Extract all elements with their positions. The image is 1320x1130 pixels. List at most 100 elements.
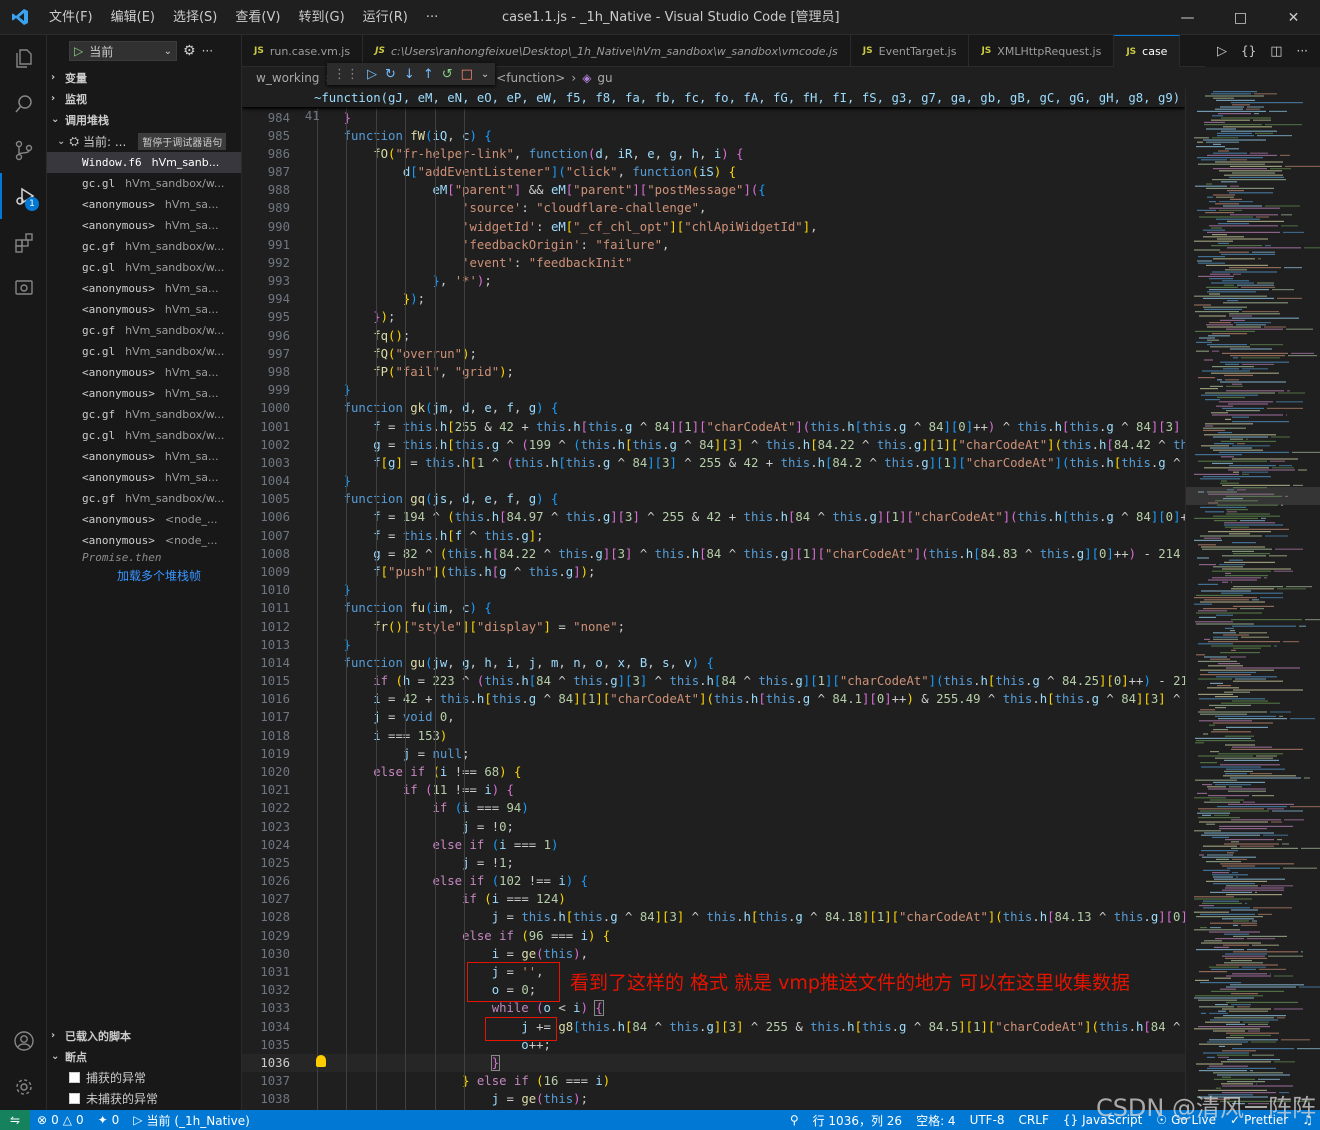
split-editor-icon[interactable]: ◫ <box>1270 44 1282 59</box>
code-line[interactable]: 1016 i = 42 + this.h[this.g ^ 84][1]["ch… <box>242 690 1185 708</box>
code-line[interactable]: 1021 if (11 !== i) { <box>242 781 1185 799</box>
code-line[interactable]: 1014 function gu(jw, g, h, i, j, m, n, o… <box>242 654 1185 672</box>
code-line[interactable]: 1020 else if (i !== 68) { <box>242 763 1185 781</box>
maximize-icon[interactable]: □ <box>1214 0 1267 35</box>
stack-frame[interactable]: gc.gf hVm_sandbox/w... <box>47 320 241 341</box>
menu-view[interactable]: 查看(V) <box>226 0 289 35</box>
code-line[interactable]: 991 'feedbackOrigin': "failure", <box>242 236 1185 254</box>
tab-case[interactable]: JS case <box>1114 35 1181 67</box>
section-call-stack[interactable]: ⌄ 调用堆栈 <box>47 109 241 130</box>
stack-frame[interactable]: Window.f6 hVm_sanb... <box>47 152 241 173</box>
lightbulb-icon[interactable] <box>316 1055 326 1067</box>
run-file-icon[interactable]: ▷ <box>1217 44 1227 59</box>
code-line[interactable]: 1027 if (i === 124) <box>242 890 1185 908</box>
stack-frame[interactable]: <anonymous> hVm_sa... <box>47 299 241 320</box>
restart-icon[interactable]: ↺ <box>442 67 453 82</box>
sticky-scroll-line[interactable]: 41 ~function(gJ, eM, eN, eO, eP, eW, f5, … <box>242 89 1185 123</box>
code-line[interactable]: 1004 } <box>242 472 1185 490</box>
run-debug-icon[interactable]: 1 <box>0 173 47 219</box>
code-line[interactable]: 995 }); <box>242 308 1185 326</box>
more-actions-icon[interactable]: ··· <box>1297 44 1308 58</box>
code-line[interactable]: 1026 else if (102 !== i) { <box>242 872 1185 890</box>
stack-frame[interactable]: <anonymous> <node_... <box>47 530 241 551</box>
section-watch[interactable]: › 监视 <box>47 88 241 109</box>
code-line[interactable]: 1006 f = 194 ^ (this.h[84.97 ^ this.g][3… <box>242 508 1185 526</box>
step-over-icon[interactable]: ↻ <box>385 67 396 82</box>
menu-selection[interactable]: 选择(S) <box>164 0 226 35</box>
checkbox-box[interactable] <box>69 1093 80 1104</box>
code-line[interactable]: 990 'widgetId': eM["_cf_chl_opt"]["chlAp… <box>242 218 1185 236</box>
extensions-icon[interactable] <box>0 219 47 265</box>
code-line[interactable]: 987 d["addEventListener"]("click", funct… <box>242 163 1185 181</box>
thread-item[interactable]: ⌄ ⛭ 当前: ... 暂停于调试器语句 <box>47 130 241 152</box>
code-line[interactable]: 1008 g = 82 ^ (this.h[84.22 ^ this.g][3]… <box>242 545 1185 563</box>
code-line[interactable]: 993 }, '*'); <box>242 272 1185 290</box>
caught-exceptions-checkbox[interactable]: 捕获的异常 <box>47 1067 241 1088</box>
section-variables[interactable]: › 变量 <box>47 67 241 88</box>
ports-indicator[interactable]: ✦ 0 <box>91 1113 127 1127</box>
code-line[interactable]: 992 'event': "feedbackInit" <box>242 254 1185 272</box>
encoding[interactable]: UTF-8 <box>963 1113 1012 1127</box>
code-line[interactable]: 1000 function gk(jm, d, e, f, g) { <box>242 399 1185 417</box>
stack-frame[interactable]: gc.gl hVm_sandbox/w... <box>47 173 241 194</box>
breadcrumb-symbol[interactable]: gu <box>597 71 612 85</box>
code-line[interactable]: 1019 j = null; <box>242 745 1185 763</box>
gear-icon[interactable]: ⚙ <box>183 43 196 59</box>
code-line[interactable]: 1013 } <box>242 636 1185 654</box>
step-out-icon[interactable]: ↑ <box>423 67 434 82</box>
code-line[interactable]: 1003 f[g] = this.h[1 ^ (this.h[this.g ^ … <box>242 454 1185 472</box>
code-line[interactable]: 1017 j = void 0, <box>242 708 1185 726</box>
tab-eventtarget[interactable]: JS EventTarget.js <box>851 35 970 67</box>
code-line[interactable]: 1009 f["push"](this.h[g ^ this.g]); <box>242 563 1185 581</box>
code-line[interactable]: 986 fO("fr-helper-link", function(d, iR,… <box>242 145 1185 163</box>
end-of-line[interactable]: CRLF <box>1012 1113 1056 1127</box>
stack-frame[interactable]: <anonymous> hVm_sa... <box>47 278 241 299</box>
minimize-icon[interactable]: — <box>1161 0 1214 35</box>
code-line[interactable]: 984 } <box>242 109 1185 127</box>
stack-frame[interactable]: gc.gf hVm_sandbox/w... <box>47 404 241 425</box>
stack-frame[interactable]: gc.gf hVm_sandbox/w... <box>47 488 241 509</box>
code-line[interactable]: 1034 j += g8[this.h[84 ^ this.g][3] ^ 25… <box>242 1018 1185 1036</box>
code-line[interactable]: 1029 else if (96 === i) { <box>242 927 1185 945</box>
code-line[interactable]: 1005 function gq(js, d, e, f, g) { <box>242 490 1185 508</box>
minimap-slider[interactable] <box>1186 487 1320 505</box>
menu-run[interactable]: 运行(R) <box>354 0 417 35</box>
more-actions-icon[interactable]: ··· <box>202 44 213 58</box>
section-breakpoints[interactable]: ⌄ 断点 <box>47 1046 241 1067</box>
drag-handle-icon[interactable]: ⋮⋮ <box>333 67 359 82</box>
code-line[interactable]: 1023 j = !0; <box>242 818 1185 836</box>
remote-explorer-icon[interactable] <box>0 265 47 311</box>
chevron-down-icon[interactable]: ⌄ <box>481 69 489 80</box>
section-loaded-scripts[interactable]: › 已载入的脚本 <box>47 1025 241 1046</box>
code-line[interactable]: 1028 j = this.h[this.g ^ 84][3] ^ this.h… <box>242 908 1185 926</box>
code-line[interactable]: 994 }); <box>242 290 1185 308</box>
stack-frame[interactable]: <anonymous> hVm_sa... <box>47 446 241 467</box>
code-line[interactable]: 1001 f = this.h[255 & 42 + this.h[this.g… <box>242 418 1185 436</box>
stack-frame[interactable]: <anonymous> <node_... <box>47 509 241 530</box>
cursor-position[interactable]: 行 1036，列 26 <box>806 1112 909 1129</box>
run-config-select[interactable]: ▷ 当前 ⌄ <box>69 41 177 61</box>
zoom-icon[interactable]: ⚲ <box>783 1113 806 1127</box>
code-line[interactable]: 1022 if (i === 94) <box>242 799 1185 817</box>
code-line[interactable]: 1011 function fu(im, c) { <box>242 599 1185 617</box>
stack-frame[interactable]: <anonymous> hVm_sa... <box>47 215 241 236</box>
settings-gear-icon[interactable] <box>0 1064 47 1110</box>
stack-frame[interactable]: gc.gl hVm_sandbox/w... <box>47 341 241 362</box>
checkbox-box[interactable] <box>69 1072 80 1083</box>
indentation[interactable]: 空格: 4 <box>909 1112 963 1129</box>
code-line[interactable]: 1033 while (o < i) { <box>242 999 1185 1017</box>
code-line[interactable]: 985 function fW(iQ, c) { <box>242 127 1185 145</box>
stack-frame[interactable]: <anonymous> hVm_sa... <box>47 383 241 404</box>
code-editor[interactable]: 41 ~function(gJ, eM, eN, eO, eP, eW, f5, … <box>242 89 1185 1110</box>
close-icon[interactable]: ✕ <box>1267 0 1320 35</box>
code-line[interactable]: 1035 o++; <box>242 1036 1185 1054</box>
code-line[interactable]: 1018 i === 153) <box>242 727 1185 745</box>
code-line[interactable]: 1007 f = this.h[f ^ this.g]; <box>242 527 1185 545</box>
menu-go[interactable]: 转到(G) <box>289 0 353 35</box>
explorer-icon[interactable] <box>0 35 47 81</box>
code-line[interactable]: 999 } <box>242 381 1185 399</box>
stack-frame[interactable]: gc.gf hVm_sandbox/w... <box>47 236 241 257</box>
step-into-icon[interactable]: ↓ <box>404 67 415 82</box>
code-line[interactable]: 1012 fr()["style"]["display"] = "none"; <box>242 618 1185 636</box>
problems-indicator[interactable]: ⊗ 0 △ 0 <box>30 1113 91 1127</box>
